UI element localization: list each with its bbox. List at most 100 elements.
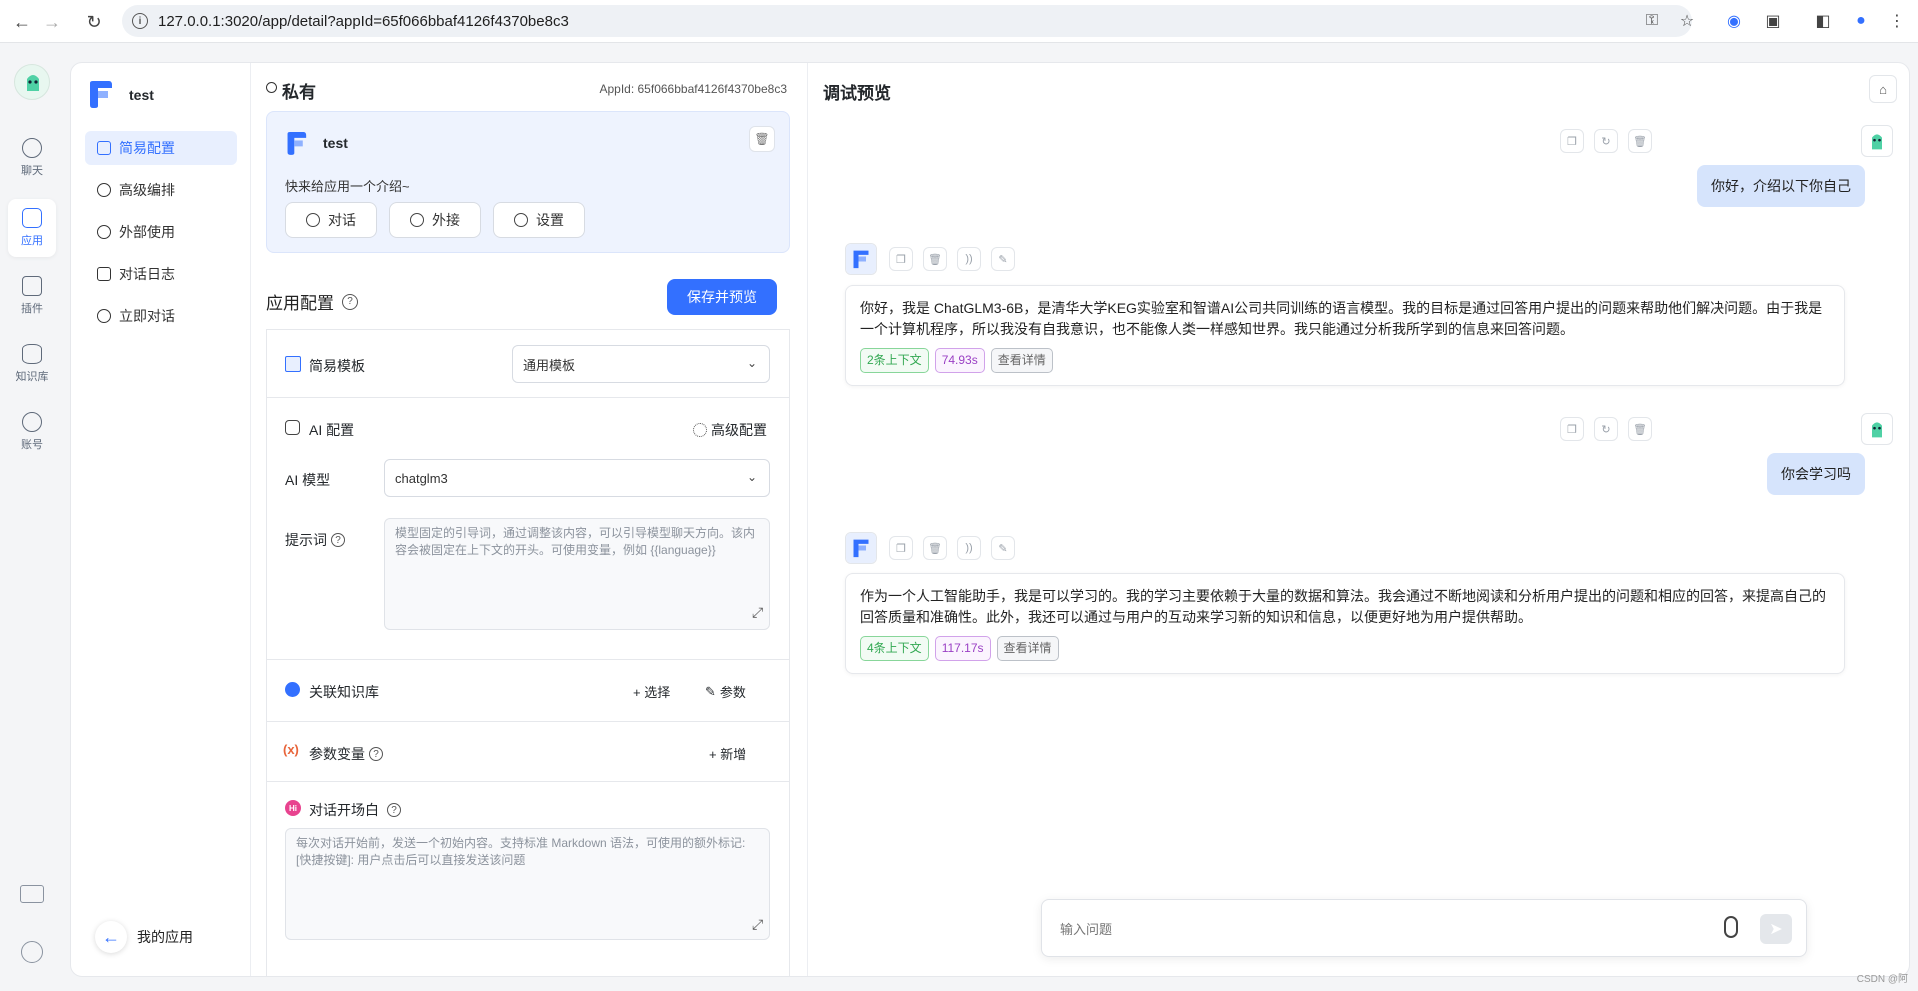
detail-badge[interactable]: 查看详情 <box>990 348 1053 373</box>
url-text[interactable]: 127.0.0.1:3020/app/detail?appId=65f066bb… <box>158 13 569 30</box>
external-button[interactable]: 外接 <box>389 202 481 238</box>
user-circle-icon <box>22 412 42 432</box>
bookmark-star-icon[interactable]: ☆ <box>1676 10 1698 32</box>
forward-arrow-icon[interactable]: → <box>40 10 64 34</box>
extensions-puzzle-icon[interactable]: ▣ <box>1762 10 1784 32</box>
copy-icon[interactable]: ❐ <box>1560 129 1584 153</box>
menu-external-use[interactable]: 外部使用 <box>85 215 237 249</box>
extension-chat-icon[interactable]: ◉ <box>1723 10 1745 32</box>
copy-icon[interactable]: ❐ <box>1560 417 1584 441</box>
save-preview-button[interactable]: 保存并预览 <box>667 279 777 315</box>
menu-advanced-edit[interactable]: 高级编排 <box>85 173 237 207</box>
kb-params-button[interactable]: ✎ 参数 <box>705 682 746 701</box>
address-bar[interactable]: i 127.0.0.1:3020/app/detail?appId=65f066… <box>122 5 1692 37</box>
back-to-my-apps[interactable]: ← 我的应用 <box>95 921 193 953</box>
detail-badge[interactable]: 查看详情 <box>996 636 1059 661</box>
app-id: AppId: 65f066bbaf4126f4370be8c3 <box>599 82 787 96</box>
profile-icon[interactable]: ● <box>1850 10 1872 32</box>
expand-icon[interactable]: ⤢ <box>752 916 763 933</box>
nav-chat[interactable]: 聊天 <box>8 130 56 186</box>
collapse-icon[interactable] <box>266 82 277 93</box>
edit-icon[interactable]: ✎ <box>991 536 1015 560</box>
template-icon <box>285 356 301 372</box>
card-app-name: test <box>323 135 348 151</box>
app-info-card: test 🗑 快来给应用一个介绍~ 对话 外接 设置 <box>266 111 790 253</box>
back-label: 我的应用 <box>137 929 193 945</box>
back-arrow-icon[interactable]: ← <box>10 10 34 34</box>
menu-chat-log[interactable]: 对话日志 <box>85 257 237 291</box>
side-panel-icon[interactable]: ◧ <box>1812 10 1834 32</box>
docs-book-icon[interactable] <box>20 885 44 903</box>
ai-message-text: 你好，我是 ChatGLM3-6B，是清华大学KEG实验室和智谱AI公司共同训练… <box>860 300 1823 337</box>
watermark: CSDN @阿 <box>1856 974 1908 985</box>
copy-icon[interactable]: ❐ <box>889 247 913 271</box>
menu-label: 对话日志 <box>119 266 175 282</box>
site-info-icon[interactable]: i <box>132 13 148 29</box>
menu-chat-now[interactable]: 立即对话 <box>85 299 237 333</box>
hi-icon: Hi <box>285 800 301 816</box>
chat-icon <box>306 213 320 227</box>
github-icon[interactable] <box>21 941 43 963</box>
help-icon[interactable]: ? <box>369 747 383 761</box>
template-select[interactable]: 通用模板 ⌄ <box>512 345 770 383</box>
help-icon[interactable]: ? <box>387 803 401 817</box>
microphone-icon[interactable] <box>1724 916 1738 938</box>
gear-icon <box>693 423 707 437</box>
advanced-config-button[interactable]: 高级配置 <box>689 420 767 440</box>
user-message: 你好，介绍以下你自己 <box>1697 165 1865 207</box>
speaker-icon[interactable]: )) <box>957 247 981 271</box>
edit-icon[interactable]: ✎ <box>991 247 1015 271</box>
copy-icon[interactable]: ❐ <box>889 536 913 560</box>
retry-icon[interactable]: ↻ <box>1594 129 1618 153</box>
context-badge[interactable]: 4条上下文 <box>860 636 929 661</box>
opening-text: 对话开场白 <box>309 802 379 818</box>
model-select[interactable]: chatglm3 ⌄ <box>384 459 770 497</box>
edit-icon: ✎ <box>705 683 716 699</box>
app-root: 聊天 应用 插件 知识库 账号 test 简易配置 高级编排 外部使用 对话日志… <box>0 44 1918 991</box>
retry-icon[interactable]: ↻ <box>1594 417 1618 441</box>
delete-icon[interactable]: 🗑 <box>1628 129 1652 153</box>
gear-icon <box>514 213 528 227</box>
question-input[interactable] <box>1060 918 1700 940</box>
ai-avatar-icon <box>845 243 877 275</box>
nav-knowledge[interactable]: 知识库 <box>8 336 56 392</box>
menu-simple-config[interactable]: 简易配置 <box>85 131 237 165</box>
speaker-icon[interactable]: )) <box>957 536 981 560</box>
delete-trash-icon[interactable]: 🗑 <box>749 126 775 152</box>
robot-icon <box>285 420 300 435</box>
help-icon[interactable]: ? <box>342 293 358 310</box>
chat-button[interactable]: 对话 <box>285 202 377 238</box>
delete-icon[interactable]: 🗑 <box>1628 417 1652 441</box>
kb-select-button[interactable]: + 选择 <box>633 682 670 701</box>
user-avatar[interactable] <box>14 64 50 100</box>
chat-icon <box>22 138 42 158</box>
time-badge: 74.93s <box>934 348 985 373</box>
delete-icon[interactable]: 🗑 <box>923 247 947 271</box>
settings-button[interactable]: 设置 <box>493 202 585 238</box>
button-label: 设置 <box>536 212 564 228</box>
database-icon <box>22 344 42 364</box>
menu-dots-icon[interactable]: ⋮ <box>1886 10 1908 32</box>
send-icon[interactable]: ➤ <box>1760 914 1792 944</box>
key-icon[interactable]: ⚿ <box>1641 10 1663 32</box>
user-avatar-icon <box>1861 125 1893 157</box>
template-label: 简易模板 <box>309 358 365 374</box>
chat-preview: 调试预览 ⌂ ❐ ↻ 🗑 你好，介绍以下你自己 ❐ 🗑 )) ✎ 你好，我是 C… <box>809 63 1909 976</box>
expand-icon[interactable]: ⤢ <box>752 604 763 621</box>
context-badge[interactable]: 2条上下文 <box>860 348 929 373</box>
prompt-textarea[interactable]: 模型固定的引导词，通过调整该内容，可以引导模型聊天方向。该内容会被固定在上下文的… <box>384 518 770 630</box>
nav-plugins[interactable]: 插件 <box>8 268 56 324</box>
delete-icon[interactable]: 🗑 <box>923 536 947 560</box>
reload-icon[interactable]: ↻ <box>82 10 106 34</box>
add-variable-button[interactable]: + 新增 <box>709 744 746 763</box>
chevron-down-icon: ⌄ <box>746 470 757 484</box>
menu-label: 外部使用 <box>119 224 175 240</box>
nav-apps[interactable]: 应用 <box>8 199 56 257</box>
browser-toolbar: ← → ↻ i 127.0.0.1:3020/app/detail?appId=… <box>0 0 1918 43</box>
share-icon <box>97 225 111 239</box>
clear-chat-icon[interactable]: ⌂ <box>1869 75 1897 103</box>
nav-label: 插件 <box>21 303 43 315</box>
nav-account[interactable]: 账号 <box>8 404 56 460</box>
help-icon[interactable]: ? <box>331 533 345 547</box>
opening-textarea[interactable]: 每次对话开始前，发送一个初始内容。支持标准 Markdown 语法，可使用的额外… <box>285 828 770 940</box>
